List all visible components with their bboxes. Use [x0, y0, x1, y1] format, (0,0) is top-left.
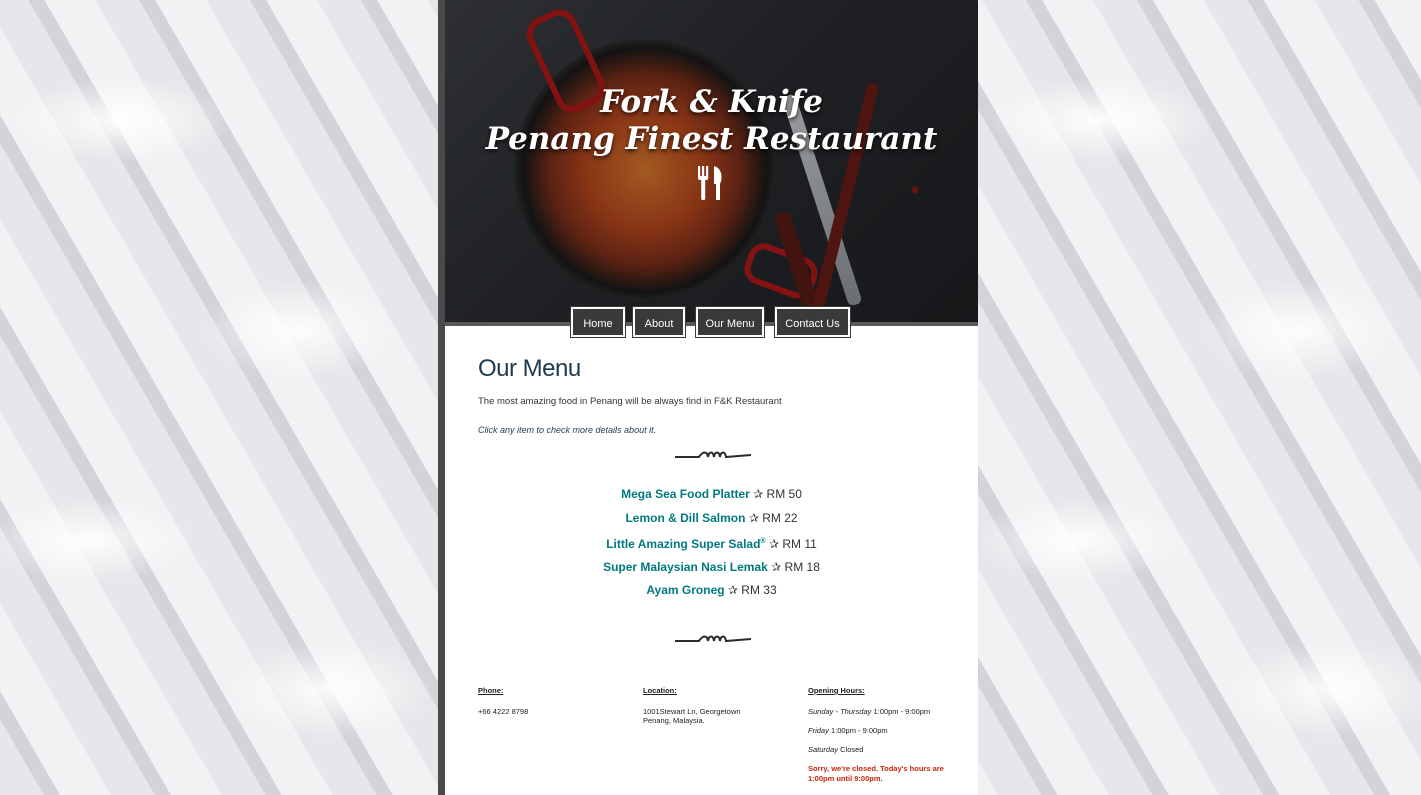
hours-line: Friday 1:00pm - 9:00pm	[808, 726, 948, 735]
nav-contact-us[interactable]: Contact Us	[774, 306, 851, 338]
hint-text: Click any item to check more details abo…	[478, 425, 657, 435]
page-container: Fork & Knife Penang Finest Restaurant Ho…	[438, 0, 978, 795]
menu-item[interactable]: Super Malaysian Nasi Lemak ✰ RM 18	[445, 560, 978, 574]
hours-day: Sunday - Thursday	[808, 707, 872, 716]
location-label: Location:	[643, 686, 677, 695]
ornament-divider	[675, 451, 751, 459]
main-content: Our Menu The most amazing food in Penang…	[478, 355, 948, 435]
nav-about[interactable]: About	[632, 306, 686, 338]
menu-item-price: ✰ RM 33	[727, 583, 777, 597]
hours-time: 1:00pm - 9:00pm	[873, 707, 931, 716]
footer-hours: Opening Hours: Sunday - Thursday 1:00pm …	[808, 686, 948, 784]
menu-item-price: ✰ RM 11	[768, 537, 817, 551]
menu-item-name[interactable]: Ayam Groneg	[646, 583, 724, 597]
page-title: Our Menu	[478, 355, 581, 382]
footer-phone: Phone: +66 4222 8798	[478, 686, 618, 716]
location-line2: Penang, Malaysia.	[643, 716, 705, 725]
hero-banner: Fork & Knife Penang Finest Restaurant	[445, 0, 978, 322]
hours-time: 1:00pm - 9:00pm	[830, 726, 888, 735]
registered-mark: ®	[760, 538, 766, 545]
menu-item[interactable]: Mega Sea Food Platter ✰ RM 50	[445, 487, 978, 501]
fork-knife-icon	[698, 166, 722, 200]
hours-line: Saturday Closed	[808, 745, 948, 754]
intro-text: The most amazing food in Penang will be …	[478, 396, 782, 407]
menu-item-name[interactable]: Little Amazing Super Salad	[606, 537, 760, 551]
menu-item-price: ✰ RM 18	[771, 560, 820, 574]
menu-item[interactable]: Little Amazing Super Salad® ✰ RM 11	[445, 537, 978, 551]
site-title: Fork & Knife	[600, 84, 823, 120]
menu-item[interactable]: Lemon & Dill Salmon ✰ RM 22	[445, 511, 978, 525]
closed-notice: Sorry, we're closed. Today's hours are 1…	[808, 764, 944, 783]
location-line1: 1001Stewart Ln, Georgetown	[643, 707, 741, 716]
phone-number: +66 4222 8798	[478, 707, 529, 716]
hours-time: Closed	[840, 745, 864, 754]
ornament-divider	[675, 635, 751, 643]
phone-label: Phone:	[478, 686, 504, 695]
hours-day: Friday	[808, 726, 829, 735]
menu-item-name[interactable]: Lemon & Dill Salmon	[625, 511, 745, 525]
site-subtitle: Penang Finest Restaurant	[485, 121, 938, 157]
menu-item-price: ✰ RM 22	[748, 511, 798, 525]
menu-item-name[interactable]: Mega Sea Food Platter	[621, 487, 750, 501]
hours-line: Sunday - Thursday 1:00pm - 9:00pm	[808, 707, 948, 716]
hours-day: Saturday	[808, 745, 839, 754]
hero-shade	[445, 0, 978, 322]
hours-label: Opening Hours:	[808, 686, 865, 695]
menu-item[interactable]: Ayam Groneg ✰ RM 33	[445, 583, 978, 597]
menu-item-name[interactable]: Super Malaysian Nasi Lemak	[603, 560, 768, 574]
nav-home[interactable]: Home	[570, 306, 626, 338]
footer-location: Location: 1001Stewart Ln, Georgetown Pen…	[643, 686, 783, 725]
nav-our-menu[interactable]: Our Menu	[695, 306, 765, 338]
menu-item-price: ✰ RM 50	[753, 487, 802, 501]
